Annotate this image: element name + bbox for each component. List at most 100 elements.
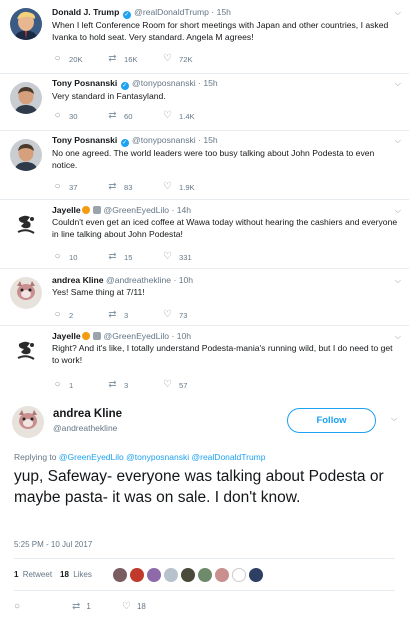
chevron-down-icon[interactable]: ⌵	[395, 206, 401, 216]
tweet[interactable]: Donald J. Trump ✓ @realDonaldTrump · 15h…	[0, 0, 409, 72]
tweet-time[interactable]: 14h	[177, 205, 191, 215]
author-handle[interactable]: @realDonaldTrump	[134, 7, 209, 17]
reply-icon: ○	[54, 251, 61, 262]
author-name[interactable]: Donald J. Trump	[52, 7, 119, 17]
retweet-button[interactable]: ⇄ 83	[107, 182, 162, 192]
main-timestamp[interactable]: 5:25 PM - 10 Jul 2017	[14, 540, 92, 549]
author-name[interactable]: Jayelle	[52, 331, 81, 341]
avatar[interactable]	[10, 139, 42, 171]
retweet-button[interactable]: ⇄ 60	[107, 111, 162, 121]
chevron-down-icon[interactable]: ⌵	[395, 8, 401, 18]
tweet[interactable]: Tony Posnanski ✓ @tonyposnanski · 15h No…	[0, 131, 409, 198]
reply-button[interactable]: ○	[14, 601, 72, 612]
like-button[interactable]: ♡ 1.9K	[162, 182, 217, 192]
liker-avatar[interactable]	[164, 568, 178, 582]
likes-stat-label: Likes	[73, 570, 92, 579]
avatar[interactable]	[10, 334, 42, 366]
like-count: 331	[179, 252, 192, 262]
retweet-button[interactable]: ⇄ 3	[107, 380, 162, 390]
tweet[interactable]: Tony Posnanski ✓ @tonyposnanski · 15h Ve…	[0, 74, 409, 129]
liker-avatar[interactable]	[181, 568, 195, 582]
chevron-down-icon[interactable]: ⌵	[395, 276, 401, 286]
liker-avatar[interactable]	[147, 568, 161, 582]
avatar[interactable]	[10, 208, 42, 240]
liker-avatar[interactable]	[198, 568, 212, 582]
heart-icon: ♡	[163, 379, 172, 390]
verified-badge-icon: ✓	[122, 11, 131, 19]
reply-button[interactable]: ○ 2	[52, 310, 107, 320]
author-handle[interactable]: @GreenEyedLilo	[103, 331, 169, 341]
retweet-button[interactable]: ⇄ 15	[107, 252, 162, 262]
avatar[interactable]	[10, 82, 42, 114]
tweet-time[interactable]: 15h	[217, 7, 231, 17]
author-name[interactable]: Tony Posnanski	[52, 78, 117, 88]
tweet-text: When I left Conference Room for short me…	[52, 20, 389, 42]
chevron-down-icon[interactable]: ⌵	[395, 79, 401, 89]
reply-button[interactable]: ○ 1	[52, 380, 107, 390]
heart-icon: ♡	[163, 53, 172, 64]
retweet-count: 3	[124, 310, 129, 320]
liker-avatar[interactable]	[215, 568, 229, 582]
reply-button[interactable]: ○ 30	[52, 111, 107, 121]
tweet[interactable]: Jayelle @GreenEyedLilo · 14h Couldn't ev…	[0, 200, 409, 267]
avatar[interactable]	[12, 406, 44, 438]
like-button[interactable]: ♡ 331	[162, 252, 217, 262]
reply-count: 10	[69, 252, 78, 262]
tweet-time[interactable]: 15h	[203, 78, 217, 88]
author-name[interactable]: Jayelle	[52, 205, 81, 215]
like-count: 72K	[179, 54, 193, 64]
reply-button[interactable]: ○ 10	[52, 252, 107, 262]
likes-stat[interactable]: 18 Likes	[60, 570, 92, 579]
retweets-stat-label: Retweet	[22, 570, 53, 579]
reply-button[interactable]: ○ 20K	[52, 54, 107, 64]
reply-button[interactable]: ○ 37	[52, 182, 107, 192]
chevron-down-icon[interactable]: ⌵	[395, 332, 401, 342]
retweets-stat[interactable]: 1 Retweet	[14, 570, 52, 579]
mention-link[interactable]: @GreenEyedLilo	[59, 452, 124, 462]
author-handle[interactable]: @tonyposnanski	[132, 135, 196, 145]
like-button[interactable]: ♡ 18	[122, 601, 172, 612]
retweet-button[interactable]: ⇄ 1	[72, 601, 122, 612]
retweet-count: 83	[124, 182, 133, 192]
main-author-name[interactable]: andrea Kline	[53, 408, 122, 420]
tweet-time[interactable]: 15h	[203, 135, 217, 145]
like-button[interactable]: ♡ 73	[162, 310, 217, 320]
mention-link[interactable]: @realDonaldTrump	[192, 452, 266, 462]
liker-avatar[interactable]	[113, 568, 127, 582]
chevron-down-icon[interactable]: ⌵	[395, 136, 401, 146]
liker-avatar[interactable]	[232, 568, 246, 582]
avatar[interactable]	[10, 8, 42, 40]
retweet-count: 60	[124, 111, 133, 121]
reply-icon: ○	[54, 110, 61, 121]
retweet-button[interactable]: ⇄ 16K	[107, 54, 162, 64]
mention-link[interactable]: @tonyposnanski	[126, 452, 189, 462]
tweet-time[interactable]: 10h	[179, 275, 193, 285]
liker-avatar[interactable]	[249, 568, 263, 582]
avatar[interactable]	[10, 277, 42, 309]
like-button[interactable]: ♡ 72K	[162, 54, 217, 64]
follow-button[interactable]: Follow	[287, 408, 376, 433]
retweet-button[interactable]: ⇄ 3	[107, 310, 162, 320]
author-handle[interactable]: @GreenEyedLilo	[103, 205, 169, 215]
retweet-count: 3	[124, 380, 129, 390]
author-name[interactable]: Tony Posnanski	[52, 135, 117, 145]
like-button[interactable]: ♡ 57	[162, 380, 217, 390]
likers-avatars	[113, 568, 266, 582]
tweet-time[interactable]: 10h	[177, 331, 191, 341]
author-name[interactable]: andrea Kline	[52, 275, 104, 285]
orange-emoji-icon	[81, 332, 90, 340]
coffee-emoji-icon	[93, 206, 102, 214]
reply-icon: ○	[54, 379, 61, 390]
tweet-text: Couldn't even get an iced coffee at Wawa…	[52, 217, 398, 239]
like-button[interactable]: ♡ 1.4K	[162, 111, 217, 121]
liker-avatar[interactable]	[130, 568, 144, 582]
tweet[interactable]: Jayelle @GreenEyedLilo · 10h Right? And …	[0, 326, 409, 394]
chevron-down-icon[interactable]: ⌵	[391, 414, 397, 424]
author-handle[interactable]: @andreathekline	[106, 275, 171, 285]
retweet-icon: ⇄	[108, 53, 117, 64]
main-author-handle[interactable]: @andreathekline	[53, 423, 117, 433]
tweet[interactable]: andrea Kline @andreathekline · 10h Yes! …	[0, 269, 409, 324]
tweet-text: Right? And it's like, I totally understa…	[52, 343, 393, 365]
author-handle[interactable]: @tonyposnanski	[132, 78, 196, 88]
retweet-count: 15	[124, 252, 133, 262]
